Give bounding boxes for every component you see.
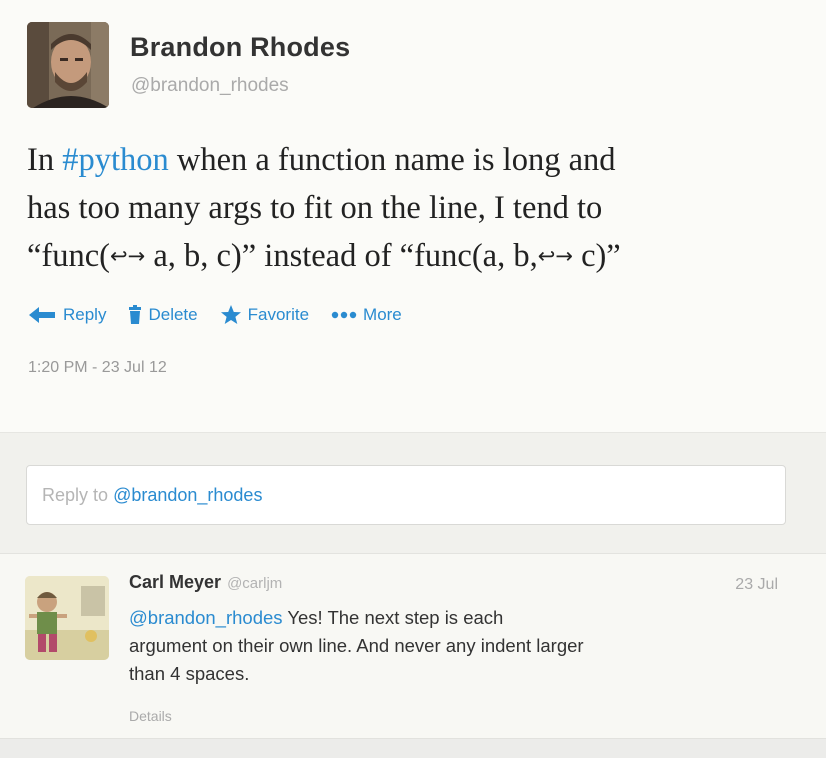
author-handle[interactable]: @brandon_rhodes [131, 75, 289, 97]
more-label: More [363, 305, 402, 324]
reply-text-line: @brandon_rhodes Yes! The next step is ea… [129, 604, 779, 632]
favorite-button[interactable]: Favorite [220, 304, 309, 326]
tweet-text: In #python when a function name is long … [27, 136, 817, 280]
main-tweet: Brandon Rhodes @brandon_rhodes In #pytho… [0, 0, 826, 432]
reply-avatar[interactable] [25, 576, 109, 660]
author-photo-icon [27, 22, 109, 108]
newline-arrow-symbol: ↩→ [110, 244, 146, 268]
details-link[interactable]: Details [129, 708, 172, 724]
delete-label: Delete [148, 305, 198, 324]
more-button[interactable]: More [331, 305, 402, 325]
reply-tweet: Carl Meyer @carljm 23 Jul @brandon_rhode… [0, 554, 826, 738]
tweet-text-fragment: In [27, 142, 63, 178]
author-name[interactable]: Brandon Rhodes [130, 32, 350, 63]
newline-arrow-symbol: ↩→ [537, 244, 573, 268]
trash-icon [129, 305, 142, 324]
reply-arrow-icon [29, 307, 55, 323]
reply-placeholder-mention: @brandon_rhodes [113, 484, 263, 505]
bottom-divider [0, 738, 826, 758]
reply-text-line: than 4 spaces. [129, 663, 250, 684]
reply-label: Reply [63, 305, 107, 324]
reply-author-name[interactable]: Carl Meyer [129, 572, 221, 593]
reply-text-fragment: Yes! The next step is each [282, 607, 504, 628]
star-icon [220, 305, 241, 324]
reply-button[interactable]: Reply [27, 305, 106, 325]
favorite-label: Favorite [247, 305, 310, 324]
reply-header: Carl Meyer @carljm [129, 572, 282, 593]
reply-input[interactable]: Reply to @brandon_rhodes [26, 465, 786, 525]
tweet-text-fragment: a, b, c)” instead of “func(a, b, [153, 238, 538, 274]
reply-author-handle[interactable]: @carljm [227, 575, 282, 592]
tweet-actions: Reply Delete Favorite More [27, 302, 424, 328]
reply-mention-link[interactable]: @brandon_rhodes [129, 607, 283, 628]
reply-text: @brandon_rhodes Yes! The next step is ea… [129, 604, 779, 688]
reply-text-line: argument on their own line. And never an… [129, 635, 584, 656]
reply-author-photo-icon [25, 576, 109, 660]
tweet-text-fragment: “func( [27, 238, 110, 274]
reply-area: Reply to @brandon_rhodes [0, 432, 826, 554]
hashtag-link[interactable]: #python [62, 142, 169, 178]
reply-placeholder-prefix: Reply to [42, 484, 109, 505]
tweet-text-line: “func(↩→ a, b, c)” instead of “func(a, b… [27, 232, 817, 280]
tweet-text-line: In #python when a function name is long … [27, 136, 817, 184]
tweet-timestamp[interactable]: 1:20 PM - 23 Jul 12 [28, 359, 167, 377]
tweet-text-fragment: c)” [581, 238, 621, 274]
more-dots-icon [331, 311, 357, 319]
delete-button[interactable]: Delete [128, 305, 198, 325]
avatar[interactable] [27, 22, 109, 108]
tweet-text-line: has too many args to fit on the line, I … [27, 190, 603, 226]
tweet-text-fragment: when a function name is long and [168, 142, 616, 178]
reply-date[interactable]: 23 Jul [735, 576, 778, 594]
